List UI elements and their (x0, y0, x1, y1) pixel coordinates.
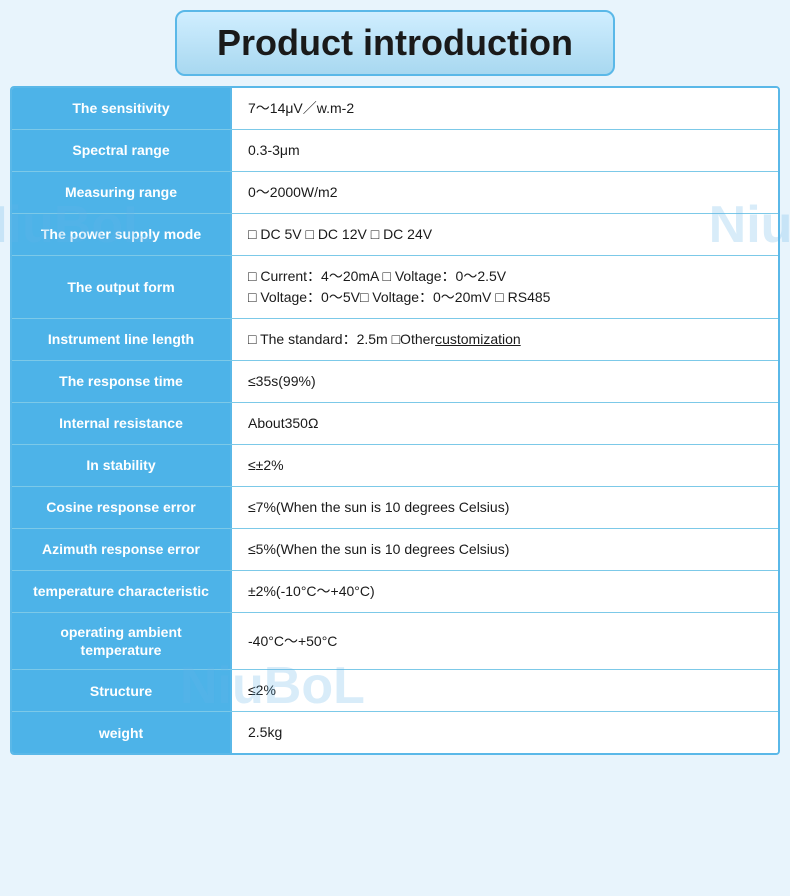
title-box: Product introduction (175, 10, 615, 76)
row-value: ≤7%(When the sun is 10 degrees Celsius) (232, 487, 778, 528)
product-table: The sensitivity7～14μV／w.m-2Spectral rang… (10, 86, 780, 755)
table-row: Cosine response error≤7%(When the sun is… (12, 487, 778, 529)
table-row: operating ambient temperature-40°C～+50°C (12, 613, 778, 670)
table-row: Azimuth response error≤5%(When the sun i… (12, 529, 778, 571)
table-row: The sensitivity7～14μV／w.m-2 (12, 88, 778, 130)
page-title: Product introduction (217, 22, 573, 63)
title-wrapper: Product introduction (10, 10, 780, 76)
row-label: Internal resistance (12, 403, 232, 444)
table-row: The power supply mode□ DC 5V □ DC 12V □ … (12, 214, 778, 256)
row-label: The sensitivity (12, 88, 232, 129)
table-row: The response time≤35s(99%) (12, 361, 778, 403)
row-value: About350Ω (232, 403, 778, 444)
row-value: 0～2000W/m2 (232, 172, 778, 213)
row-label: operating ambient temperature (12, 613, 232, 669)
row-label: Azimuth response error (12, 529, 232, 570)
table-row: Spectral range0.3-3μm (12, 130, 778, 172)
table-row: temperature characteristic±2%(-10°C～+40°… (12, 571, 778, 613)
table-row: Internal resistanceAbout350Ω (12, 403, 778, 445)
row-label: The output form (12, 256, 232, 318)
table-row: Instrument line length□ The standard：2.5… (12, 319, 778, 361)
row-label: Structure (12, 670, 232, 711)
row-value: 0.3-3μm (232, 130, 778, 171)
table-row: In stability≤±2% (12, 445, 778, 487)
row-value: □ The standard：2.5m □Other customization (232, 319, 778, 360)
row-value: ≤±2% (232, 445, 778, 486)
row-label: The response time (12, 361, 232, 402)
row-label: Spectral range (12, 130, 232, 171)
row-value: □ Current：4～20mA □ Voltage：0～2.5V□ Volta… (232, 256, 778, 318)
row-label: Cosine response error (12, 487, 232, 528)
row-value: ≤5%(When the sun is 10 degrees Celsius) (232, 529, 778, 570)
row-label: weight (12, 712, 232, 753)
row-value: ≤2% (232, 670, 778, 711)
row-label: Measuring range (12, 172, 232, 213)
table-row: The output form□ Current：4～20mA □ Voltag… (12, 256, 778, 319)
row-label: temperature characteristic (12, 571, 232, 612)
row-value: ≤35s(99%) (232, 361, 778, 402)
table-row: Structure≤2% (12, 670, 778, 712)
row-value: -40°C～+50°C (232, 613, 778, 669)
table-row: weight2.5kg (12, 712, 778, 753)
row-value: 2.5kg (232, 712, 778, 753)
row-value: 7～14μV／w.m-2 (232, 88, 778, 129)
row-label: The power supply mode (12, 214, 232, 255)
row-label: Instrument line length (12, 319, 232, 360)
row-value: □ DC 5V □ DC 12V □ DC 24V (232, 214, 778, 255)
table-row: Measuring range0～2000W/m2 (12, 172, 778, 214)
row-label: In stability (12, 445, 232, 486)
row-value: ±2%(-10°C～+40°C) (232, 571, 778, 612)
